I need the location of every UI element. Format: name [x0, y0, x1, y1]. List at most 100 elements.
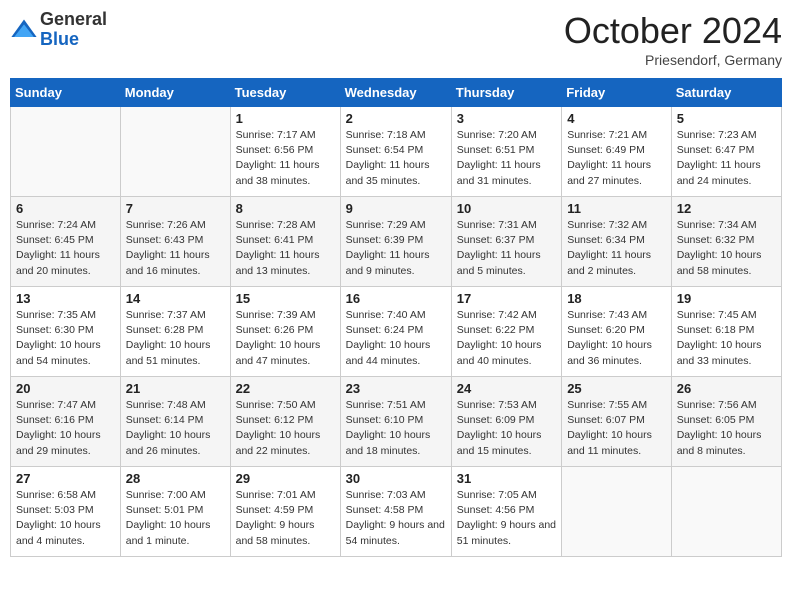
day-info: Sunrise: 7:31 AMSunset: 6:37 PMDaylight:…: [457, 218, 556, 279]
day-number: 22: [236, 381, 335, 396]
day-info: Sunrise: 7:45 AMSunset: 6:18 PMDaylight:…: [677, 308, 776, 369]
calendar-day-cell: 14 Sunrise: 7:37 AMSunset: 6:28 PMDayligh…: [120, 287, 230, 377]
logo: General Blue: [10, 10, 107, 50]
calendar-day-cell: 9 Sunrise: 7:29 AMSunset: 6:39 PMDaylight…: [340, 197, 451, 287]
day-info: Sunrise: 7:51 AMSunset: 6:10 PMDaylight:…: [346, 398, 446, 459]
day-info: Sunrise: 7:42 AMSunset: 6:22 PMDaylight:…: [457, 308, 556, 369]
day-number: 2: [346, 111, 446, 126]
day-number: 28: [126, 471, 225, 486]
day-number: 31: [457, 471, 556, 486]
calendar-day-cell: 24 Sunrise: 7:53 AMSunset: 6:09 PMDayligh…: [451, 377, 561, 467]
day-number: 9: [346, 201, 446, 216]
day-info: Sunrise: 7:17 AMSunset: 6:56 PMDaylight:…: [236, 128, 335, 189]
calendar-day-cell: 10 Sunrise: 7:31 AMSunset: 6:37 PMDayligh…: [451, 197, 561, 287]
day-info: Sunrise: 7:21 AMSunset: 6:49 PMDaylight:…: [567, 128, 666, 189]
day-number: 3: [457, 111, 556, 126]
day-info: Sunrise: 7:53 AMSunset: 6:09 PMDaylight:…: [457, 398, 556, 459]
day-number: 29: [236, 471, 335, 486]
logo-text: General Blue: [40, 10, 107, 50]
day-info: Sunrise: 7:55 AMSunset: 6:07 PMDaylight:…: [567, 398, 666, 459]
day-info: Sunrise: 7:48 AMSunset: 6:14 PMDaylight:…: [126, 398, 225, 459]
calendar-table: SundayMondayTuesdayWednesdayThursdayFrid…: [10, 78, 782, 557]
calendar-day-cell: 22 Sunrise: 7:50 AMSunset: 6:12 PMDayligh…: [230, 377, 340, 467]
calendar-day-cell: 25 Sunrise: 7:55 AMSunset: 6:07 PMDayligh…: [562, 377, 672, 467]
day-info: Sunrise: 7:28 AMSunset: 6:41 PMDaylight:…: [236, 218, 335, 279]
day-number: 10: [457, 201, 556, 216]
month-title: October 2024: [564, 10, 782, 52]
day-number: 27: [16, 471, 115, 486]
day-number: 7: [126, 201, 225, 216]
location: Priesendorf, Germany: [564, 52, 782, 68]
day-info: Sunrise: 7:23 AMSunset: 6:47 PMDaylight:…: [677, 128, 776, 189]
day-info: Sunrise: 7:29 AMSunset: 6:39 PMDaylight:…: [346, 218, 446, 279]
day-number: 25: [567, 381, 666, 396]
day-number: 18: [567, 291, 666, 306]
day-info: Sunrise: 7:37 AMSunset: 6:28 PMDaylight:…: [126, 308, 225, 369]
calendar-day-cell: 12 Sunrise: 7:34 AMSunset: 6:32 PMDayligh…: [671, 197, 781, 287]
day-number: 16: [346, 291, 446, 306]
day-info: Sunrise: 7:05 AMSunset: 4:56 PMDaylight:…: [457, 488, 556, 549]
calendar-day-cell: 23 Sunrise: 7:51 AMSunset: 6:10 PMDayligh…: [340, 377, 451, 467]
day-number: 13: [16, 291, 115, 306]
calendar-day-cell: 31 Sunrise: 7:05 AMSunset: 4:56 PMDayligh…: [451, 467, 561, 557]
calendar-day-cell: 19 Sunrise: 7:45 AMSunset: 6:18 PMDayligh…: [671, 287, 781, 377]
weekday-header: Sunday: [11, 79, 121, 107]
day-number: 23: [346, 381, 446, 396]
day-info: Sunrise: 7:34 AMSunset: 6:32 PMDaylight:…: [677, 218, 776, 279]
calendar-day-cell: [562, 467, 672, 557]
calendar-day-cell: [120, 107, 230, 197]
calendar-day-cell: 15Sunrise: 7:39 AMSunset: 6:26 PMDayligh…: [230, 287, 340, 377]
weekday-header: Wednesday: [340, 79, 451, 107]
day-info: Sunrise: 6:58 AMSunset: 5:03 PMDaylight:…: [16, 488, 115, 549]
day-info: Sunrise: 7:47 AMSunset: 6:16 PMDaylight:…: [16, 398, 115, 459]
day-number: 24: [457, 381, 556, 396]
day-number: 8: [236, 201, 335, 216]
calendar-day-cell: 13 Sunrise: 7:35 AMSunset: 6:30 PMDayligh…: [11, 287, 121, 377]
day-number: 14: [126, 291, 225, 306]
calendar-day-cell: [671, 467, 781, 557]
calendar-day-cell: 16 Sunrise: 7:40 AMSunset: 6:24 PMDayligh…: [340, 287, 451, 377]
logo-general: General: [40, 9, 107, 29]
calendar-day-cell: 17 Sunrise: 7:42 AMSunset: 6:22 PMDayligh…: [451, 287, 561, 377]
weekday-header: Friday: [562, 79, 672, 107]
weekday-header: Thursday: [451, 79, 561, 107]
day-info: Sunrise: 7:50 AMSunset: 6:12 PMDaylight:…: [236, 398, 335, 459]
calendar-day-cell: 6Sunrise: 7:24 AMSunset: 6:45 PMDaylight…: [11, 197, 121, 287]
day-number: 4: [567, 111, 666, 126]
calendar-week-row: 6Sunrise: 7:24 AMSunset: 6:45 PMDaylight…: [11, 197, 782, 287]
calendar-week-row: 20Sunrise: 7:47 AMSunset: 6:16 PMDayligh…: [11, 377, 782, 467]
day-number: 19: [677, 291, 776, 306]
calendar-day-cell: 2Sunrise: 7:18 AMSunset: 6:54 PMDaylight…: [340, 107, 451, 197]
day-info: Sunrise: 7:32 AMSunset: 6:34 PMDaylight:…: [567, 218, 666, 279]
calendar-header-row: SundayMondayTuesdayWednesdayThursdayFrid…: [11, 79, 782, 107]
day-info: Sunrise: 7:39 AMSunset: 6:26 PMDaylight:…: [236, 308, 335, 369]
day-number: 17: [457, 291, 556, 306]
calendar-day-cell: 8 Sunrise: 7:28 AMSunset: 6:41 PMDaylight…: [230, 197, 340, 287]
calendar-day-cell: 11 Sunrise: 7:32 AMSunset: 6:34 PMDayligh…: [562, 197, 672, 287]
day-info: Sunrise: 7:40 AMSunset: 6:24 PMDaylight:…: [346, 308, 446, 369]
day-number: 11: [567, 201, 666, 216]
title-block: October 2024 Priesendorf, Germany: [564, 10, 782, 68]
calendar-week-row: 1 Sunrise: 7:17 AMSunset: 6:56 PMDaylight…: [11, 107, 782, 197]
day-info: Sunrise: 7:35 AMSunset: 6:30 PMDaylight:…: [16, 308, 115, 369]
calendar-day-cell: 30Sunrise: 7:03 AMSunset: 4:58 PMDayligh…: [340, 467, 451, 557]
calendar-day-cell: 20Sunrise: 7:47 AMSunset: 6:16 PMDayligh…: [11, 377, 121, 467]
calendar-day-cell: 3 Sunrise: 7:20 AMSunset: 6:51 PMDaylight…: [451, 107, 561, 197]
day-number: 1: [236, 111, 335, 126]
logo-icon: [10, 16, 38, 44]
day-info: Sunrise: 7:56 AMSunset: 6:05 PMDaylight:…: [677, 398, 776, 459]
day-info: Sunrise: 7:00 AMSunset: 5:01 PMDaylight:…: [126, 488, 225, 549]
weekday-header: Saturday: [671, 79, 781, 107]
day-number: 30: [346, 471, 446, 486]
weekday-header: Monday: [120, 79, 230, 107]
calendar-day-cell: 28 Sunrise: 7:00 AMSunset: 5:01 PMDayligh…: [120, 467, 230, 557]
calendar-day-cell: [11, 107, 121, 197]
day-number: 12: [677, 201, 776, 216]
calendar-day-cell: 29Sunrise: 7:01 AMSunset: 4:59 PMDayligh…: [230, 467, 340, 557]
day-info: Sunrise: 7:20 AMSunset: 6:51 PMDaylight:…: [457, 128, 556, 189]
day-info: Sunrise: 7:24 AMSunset: 6:45 PMDaylight:…: [16, 218, 115, 279]
calendar-day-cell: 5Sunrise: 7:23 AMSunset: 6:47 PMDaylight…: [671, 107, 781, 197]
day-info: Sunrise: 7:26 AMSunset: 6:43 PMDaylight:…: [126, 218, 225, 279]
calendar-day-cell: 4 Sunrise: 7:21 AMSunset: 6:49 PMDaylight…: [562, 107, 672, 197]
calendar-day-cell: 1 Sunrise: 7:17 AMSunset: 6:56 PMDaylight…: [230, 107, 340, 197]
